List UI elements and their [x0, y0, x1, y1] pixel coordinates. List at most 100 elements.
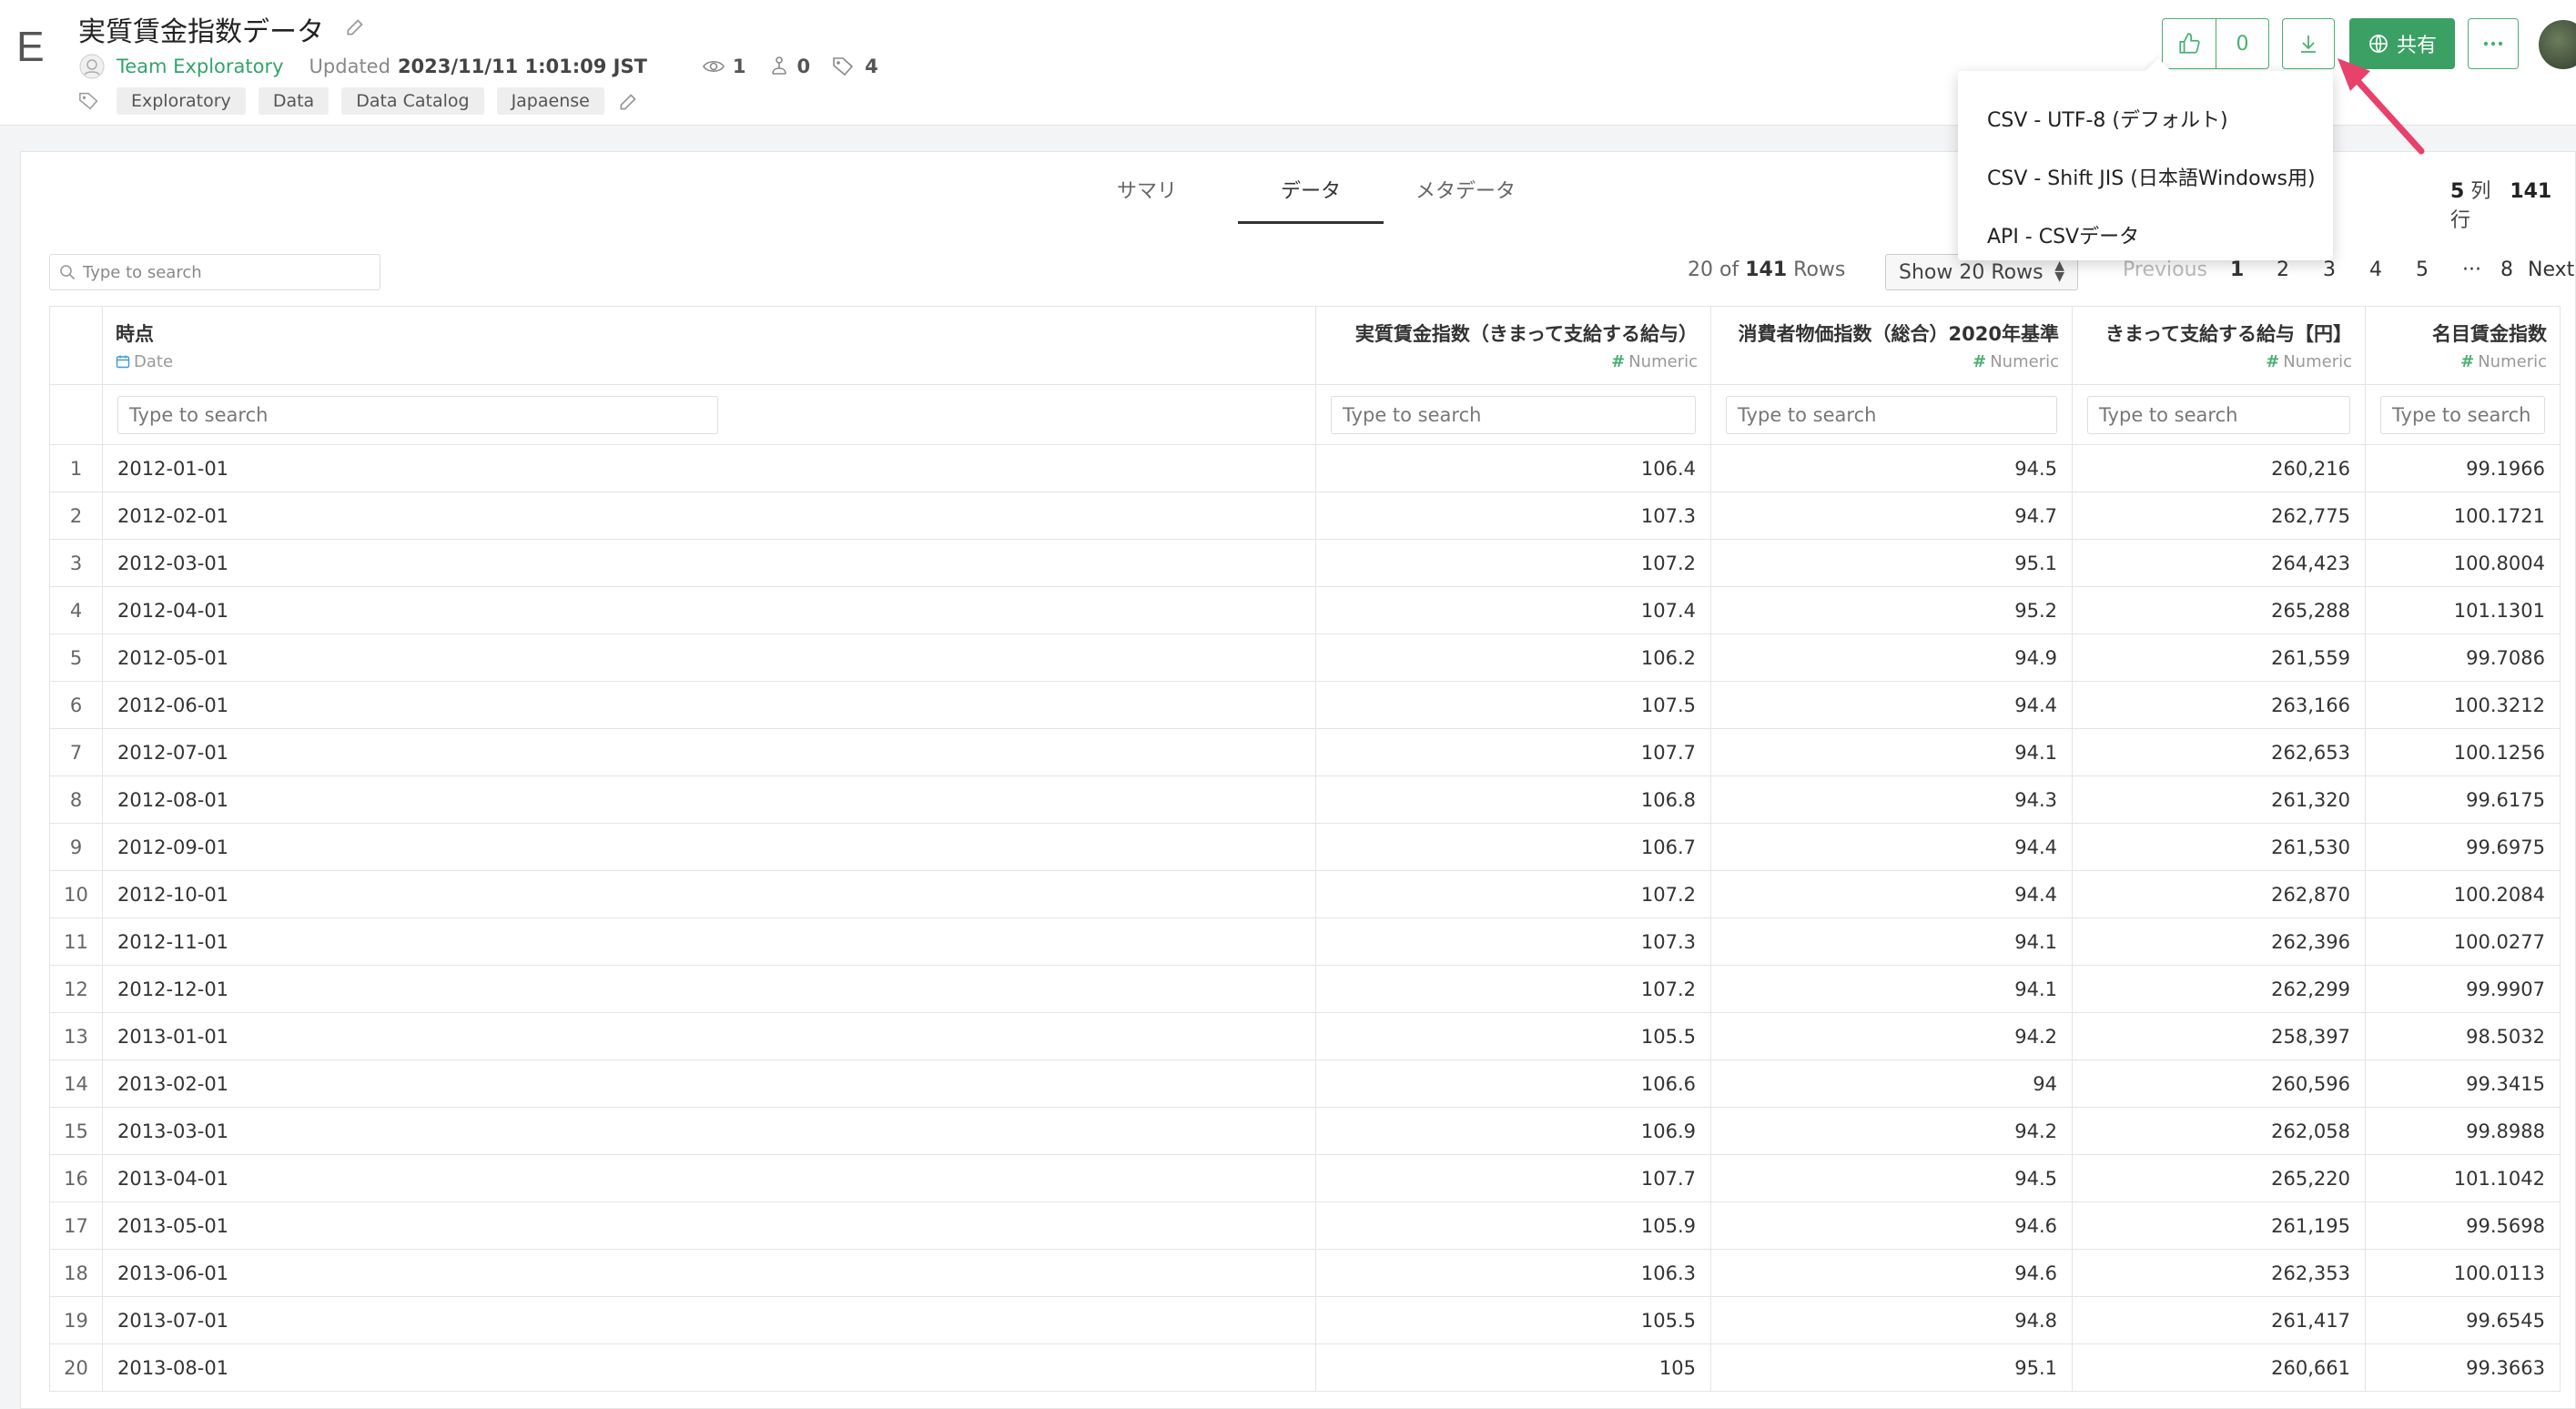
table-row: 17 2013-05-01 105.9 94.6 261,195 99.5698 — [49, 1201, 2561, 1250]
column-header[interactable]: 実質賃金指数（きまって支給する給与） # Numeric — [1315, 306, 1711, 385]
table-cell: 263,166 — [2072, 681, 2366, 729]
table-cell: 105.5 — [1315, 1296, 1711, 1344]
like-button[interactable] — [2163, 19, 2216, 68]
edit-title-icon[interactable] — [344, 15, 368, 38]
filter-cell: Type to search — [1710, 384, 2073, 445]
column-filter-input[interactable]: Type to search — [2380, 395, 2545, 434]
row-index: 15 — [49, 1107, 103, 1155]
column-unit: 列 — [2470, 180, 2491, 203]
table-cell: 94.2 — [1710, 1012, 2073, 1060]
page-button[interactable]: 4 — [2369, 258, 2416, 281]
tag-chip[interactable]: Data — [258, 87, 330, 115]
column-type-label: Numeric — [2283, 352, 2352, 371]
table-cell: 100.8004 — [2365, 539, 2561, 587]
column-type: Date — [116, 352, 1303, 371]
table-cell: 99.8988 — [2365, 1107, 2561, 1155]
column-header[interactable]: 名目賃金指数 # Numeric — [2365, 306, 2561, 385]
table-row: 14 2013-02-01 106.6 94 260,596 99.3415 — [49, 1059, 2561, 1108]
table-row: 10 2012-10-01 107.2 94.4 262,870 100.2084 — [49, 870, 2561, 918]
table-cell: 261,320 — [2072, 775, 2366, 824]
table-row: 20 2013-08-01 105 95.1 260,661 99.3663 — [49, 1343, 2561, 1392]
table-cell: 261,417 — [2072, 1296, 2366, 1344]
column-header[interactable]: 時点 Date — [102, 306, 1316, 385]
table-cell: 99.6175 — [2365, 775, 2561, 824]
next-page-button[interactable]: Next — [2528, 258, 2574, 281]
column-header[interactable]: きまって支給する給与【円】 # Numeric — [2072, 306, 2366, 385]
table-cell: 95.1 — [1710, 539, 2073, 587]
numeric-icon: # — [2266, 352, 2280, 371]
table-cell: 261,195 — [2072, 1201, 2366, 1250]
table-row: 9 2012-09-01 106.7 94.4 261,530 99.6975 — [49, 823, 2561, 871]
search-placeholder: Type to search — [83, 262, 202, 282]
table-cell: 100.1721 — [2365, 492, 2561, 540]
table-cell: 100.0277 — [2365, 917, 2561, 966]
column-filter-input[interactable]: Type to search — [117, 395, 718, 434]
table-row: 15 2013-03-01 106.9 94.2 262,058 99.8988 — [49, 1107, 2561, 1155]
table-cell: 94.4 — [1710, 681, 2073, 729]
like-count: 0 — [2216, 19, 2268, 68]
table-cell: 2012-03-01 — [102, 539, 1316, 587]
row-index: 12 — [49, 965, 103, 1013]
eye-icon — [702, 60, 725, 73]
row-index: 4 — [49, 586, 103, 634]
table-cell: 2013-04-01 — [102, 1154, 1316, 1202]
table-cell: 99.9907 — [2365, 965, 2561, 1013]
edit-tags-icon[interactable] — [617, 89, 641, 113]
table-cell: 100.3212 — [2365, 681, 2561, 729]
table-cell: 105.5 — [1315, 1012, 1711, 1060]
table-cell: 94.1 — [1710, 917, 2073, 966]
table-row: 8 2012-08-01 106.8 94.3 261,320 99.6175 — [49, 775, 2561, 824]
column-header[interactable]: 消費者物価指数（総合）2020年基準 # Numeric — [1710, 306, 2073, 385]
table-cell: 107.3 — [1315, 492, 1711, 540]
table-cell: 107.4 — [1315, 586, 1711, 634]
updated-timestamp: 2023/11/11 1:01:09 JST — [397, 56, 647, 77]
tab-metadata[interactable]: メタデータ — [1402, 160, 1529, 224]
table-row: 19 2013-07-01 105.5 94.8 261,417 99.6545 — [49, 1296, 2561, 1344]
pointer-arrow-icon — [2338, 58, 2425, 155]
table-cell: 2013-05-01 — [102, 1201, 1316, 1250]
tab-summary[interactable]: サマリ — [1092, 160, 1202, 224]
table-row: 7 2012-07-01 107.7 94.1 262,653 100.1256 — [49, 728, 2561, 776]
table-search-input[interactable]: Type to search — [49, 254, 380, 290]
row-index: 10 — [49, 870, 103, 918]
row-index: 9 — [49, 823, 103, 871]
tag-chip[interactable]: Japaense — [496, 87, 604, 115]
team-link[interactable]: Team Exploratory — [117, 56, 284, 77]
tag-chip[interactable]: Data Catalog — [341, 87, 484, 115]
app-logo[interactable]: E — [16, 22, 45, 71]
tab-data[interactable]: データ — [1238, 160, 1384, 224]
table-cell: 94.7 — [1710, 492, 2073, 540]
more-options-button[interactable] — [2468, 18, 2519, 69]
table-cell: 101.1301 — [2365, 586, 2561, 634]
rows-per-page-value: Show 20 Rows — [1899, 260, 2044, 284]
rows-total: 141 — [1745, 258, 1788, 281]
row-index: 5 — [49, 634, 103, 682]
row-index: 17 — [49, 1201, 103, 1250]
download-api-csv[interactable]: API - CSVデータ — [1958, 206, 2333, 264]
column-filter-input[interactable]: Type to search — [1331, 395, 1696, 434]
download-csv-shift-jis[interactable]: CSV - Shift JIS (日本語Windows用) — [1958, 147, 2333, 206]
tag-chip[interactable]: Exploratory — [117, 87, 246, 115]
table-cell: 95.1 — [1710, 1343, 2073, 1392]
table-cell: 262,396 — [2072, 917, 2366, 966]
forks-count: 0 — [796, 56, 811, 77]
table-cell: 94.5 — [1710, 1154, 2073, 1202]
download-csv-utf8[interactable]: CSV - UTF-8 (デフォルト) — [1958, 89, 2333, 147]
table-cell: 94.8 — [1710, 1296, 2073, 1344]
table-cell: 107.2 — [1315, 965, 1711, 1013]
row-count: 141 — [2510, 180, 2552, 203]
table-cell: 99.6545 — [2365, 1296, 2561, 1344]
page-button-last[interactable]: 8 — [2500, 258, 2528, 281]
table-cell: 94 — [1710, 1059, 2073, 1108]
download-button[interactable] — [2282, 18, 2335, 69]
table-cell: 94.4 — [1710, 870, 2073, 918]
table-row: 12 2012-12-01 107.2 94.1 262,299 99.9907 — [49, 965, 2561, 1013]
user-avatar[interactable] — [2539, 20, 2576, 69]
column-name: 名目賃金指数 — [2432, 323, 2547, 345]
page-button[interactable]: 5 — [2416, 258, 2462, 281]
table-cell: 94.9 — [1710, 634, 2073, 682]
row-index: 14 — [49, 1059, 103, 1108]
column-filter-input[interactable]: Type to search — [1726, 395, 2057, 434]
column-filter-input[interactable]: Type to search — [2087, 395, 2350, 434]
table-cell: 260,216 — [2072, 444, 2366, 492]
